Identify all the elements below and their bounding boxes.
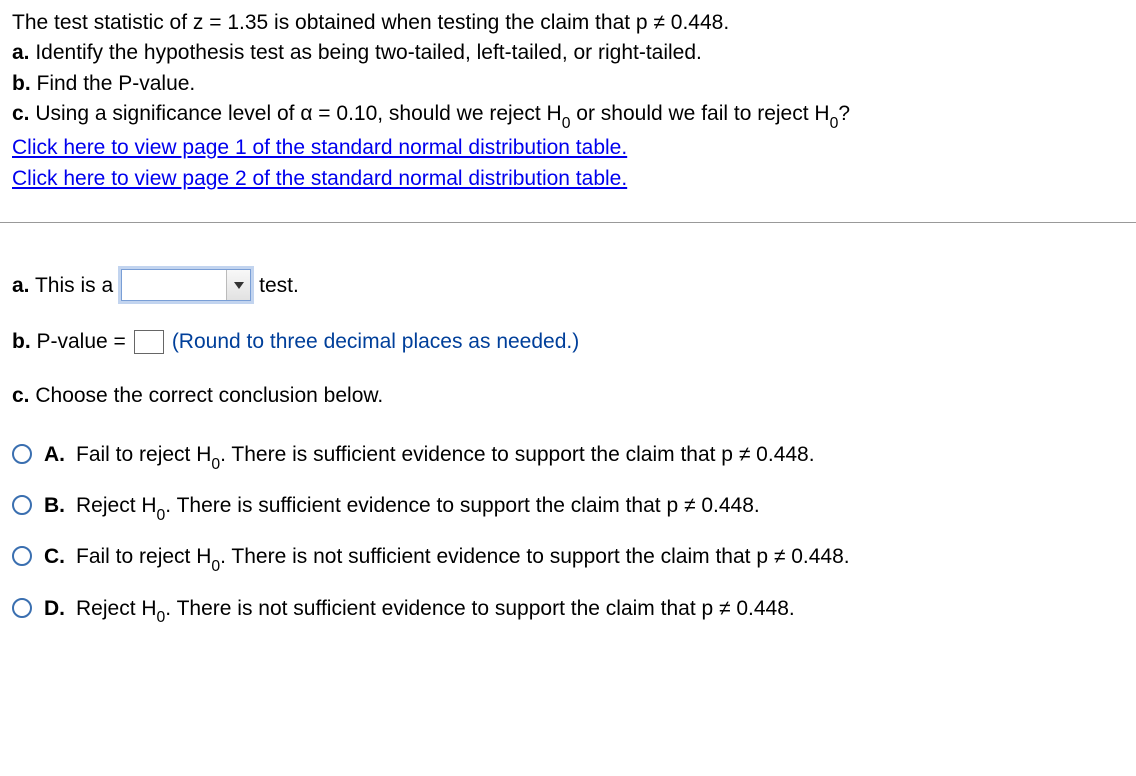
radio-b[interactable] bbox=[12, 495, 32, 515]
h-subscript: 0 bbox=[830, 115, 839, 132]
options-list: A. Fail to reject H0. There is sufficien… bbox=[12, 440, 1124, 627]
part-c-answer-text: Choose the correct conclusion below. bbox=[30, 384, 384, 407]
part-b-answer: b. P-value = (Round to three decimal pla… bbox=[12, 327, 1124, 356]
link-table-page-2[interactable]: Click here to view page 2 of the standar… bbox=[12, 167, 627, 190]
part-a-answer: a. This is a test. bbox=[12, 269, 1124, 301]
part-c-prompt: c. Using a significance level of α = 0.1… bbox=[12, 99, 1124, 133]
part-b-label: b. bbox=[12, 72, 31, 95]
h-subscript: 0 bbox=[562, 115, 571, 132]
radio-c[interactable] bbox=[12, 546, 32, 566]
part-a-text: Identify the hypothesis test as being tw… bbox=[30, 41, 702, 64]
link-table-page-1[interactable]: Click here to view page 1 of the standar… bbox=[12, 136, 627, 159]
option-text: Reject H0. There is sufficient evidence … bbox=[76, 491, 760, 524]
part-c-answer: c. Choose the correct conclusion below. bbox=[12, 381, 1124, 410]
part-a-answer-label: a. This is a bbox=[12, 271, 113, 300]
part-a-label: a. bbox=[12, 41, 30, 64]
option-a: A. Fail to reject H0. There is sufficien… bbox=[12, 440, 1124, 473]
option-letter: C. bbox=[44, 542, 66, 575]
test-type-select[interactable] bbox=[121, 269, 251, 301]
part-c-text-after: ? bbox=[838, 102, 850, 125]
intro-text: The test statistic of z = 1.35 is obtain… bbox=[12, 8, 1124, 38]
part-a-prompt: a. Identify the hypothesis test as being… bbox=[12, 38, 1124, 68]
answer-section: a. This is a test. b. P-value = (Round t… bbox=[12, 269, 1124, 627]
part-b-text: Find the P-value. bbox=[31, 72, 196, 95]
p-value-input[interactable] bbox=[134, 330, 164, 354]
part-c-label: c. bbox=[12, 102, 30, 125]
part-b-answer-label: b. P-value = bbox=[12, 327, 126, 356]
divider bbox=[0, 222, 1136, 223]
select-value[interactable] bbox=[122, 270, 226, 300]
problem-statement: The test statistic of z = 1.35 is obtain… bbox=[12, 8, 1124, 194]
option-letter: D. bbox=[44, 594, 66, 627]
part-c-text-mid: or should we fail to reject H bbox=[570, 102, 829, 125]
p-value-hint: (Round to three decimal places as needed… bbox=[172, 327, 579, 356]
radio-d[interactable] bbox=[12, 598, 32, 618]
option-letter: A. bbox=[44, 440, 66, 473]
part-c-text-before: Using a significance level of α = 0.10, … bbox=[30, 102, 562, 125]
option-text: Reject H0. There is not sufficient evide… bbox=[76, 594, 795, 627]
option-b: B. Reject H0. There is sufficient eviden… bbox=[12, 491, 1124, 524]
part-c-answer-label: c. bbox=[12, 384, 30, 407]
part-a-answer-after: test. bbox=[259, 271, 299, 300]
option-text: Fail to reject H0. There is not sufficie… bbox=[76, 542, 850, 575]
option-a-label: A. Fail to reject H0. There is sufficien… bbox=[44, 440, 815, 473]
option-letter: B. bbox=[44, 491, 66, 524]
radio-a[interactable] bbox=[12, 444, 32, 464]
option-c: C. Fail to reject H0. There is not suffi… bbox=[12, 542, 1124, 575]
option-text: Fail to reject H0. There is sufficient e… bbox=[76, 440, 815, 473]
option-d-label: D. Reject H0. There is not sufficient ev… bbox=[44, 594, 795, 627]
part-b-prompt: b. Find the P-value. bbox=[12, 69, 1124, 99]
dropdown-arrow-icon[interactable] bbox=[226, 270, 250, 300]
option-c-label: C. Fail to reject H0. There is not suffi… bbox=[44, 542, 850, 575]
option-d: D. Reject H0. There is not sufficient ev… bbox=[12, 594, 1124, 627]
option-b-label: B. Reject H0. There is sufficient eviden… bbox=[44, 491, 760, 524]
